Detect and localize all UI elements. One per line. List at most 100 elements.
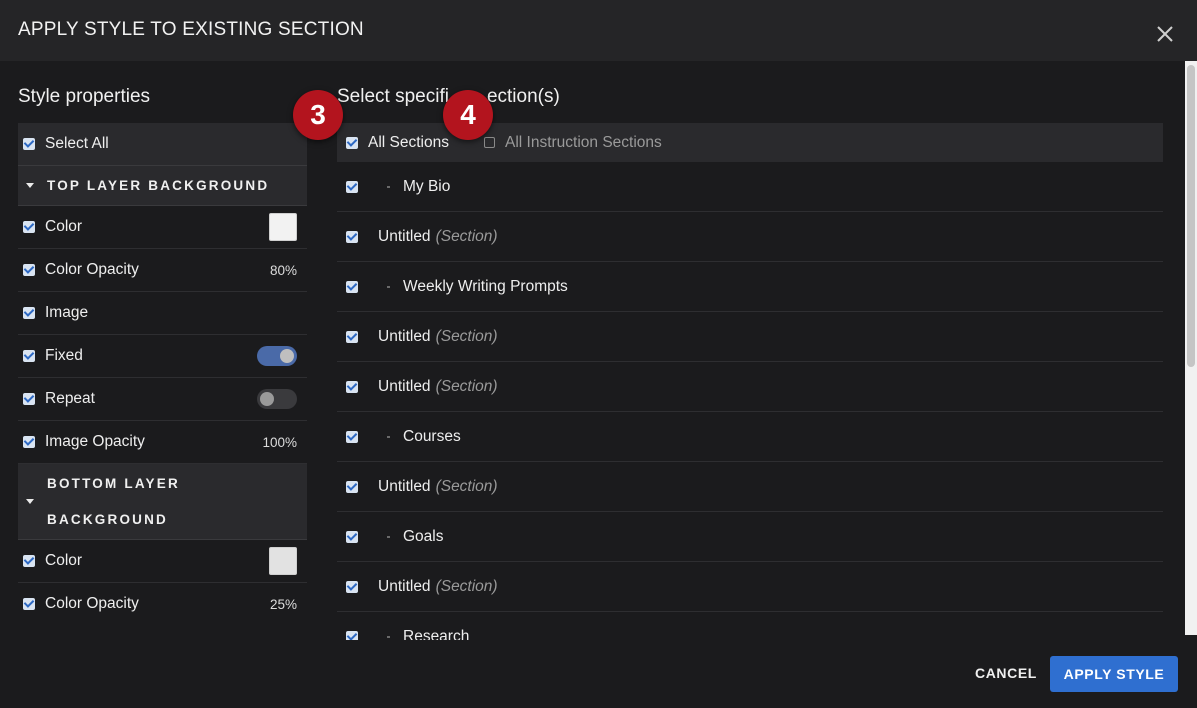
bullet-icon	[387, 635, 390, 638]
section-type: (Section)	[435, 327, 498, 345]
section-checkbox[interactable]	[346, 380, 358, 393]
section-checkbox[interactable]	[346, 530, 358, 543]
section-checkbox[interactable]	[346, 230, 358, 243]
apply-style-button[interactable]: APPLY STYLE	[1050, 656, 1178, 692]
sections-title-part2: ection(s)	[486, 86, 560, 107]
top-repeat-row[interactable]: Repeat	[18, 378, 307, 421]
section-checkbox[interactable]	[346, 280, 358, 293]
section-name: Untitled	[378, 227, 431, 245]
select-all-row[interactable]: Select All	[18, 123, 307, 166]
top-image-checkbox[interactable]	[23, 307, 35, 319]
bottom-color-opacity-label: Color Opacity	[45, 595, 139, 612]
select-all-checkbox[interactable]	[23, 138, 35, 150]
top-image-label: Image	[45, 304, 89, 321]
toggle-knob	[280, 349, 294, 363]
section-type: (Section)	[435, 377, 498, 395]
all-instruction-sections-checkbox[interactable]	[483, 137, 495, 148]
bullet-icon	[387, 285, 390, 288]
section-name: Untitled	[378, 327, 431, 345]
section-type: (Section)	[435, 477, 498, 495]
style-properties-panel: Style properties Select All TOP LAYER BA…	[18, 84, 307, 624]
top-color-opacity-checkbox[interactable]	[23, 264, 35, 276]
section-row[interactable]: Untitled (Section)	[337, 462, 1163, 512]
section-row[interactable]: My Bio	[337, 162, 1163, 212]
bottom-color-opacity-checkbox[interactable]	[23, 598, 35, 610]
chevron-down-icon	[26, 183, 34, 188]
bottom-color-label: Color	[45, 552, 83, 569]
top-color-checkbox[interactable]	[23, 221, 35, 233]
top-layer-background-header[interactable]: TOP LAYER BACKGROUND	[18, 166, 307, 206]
step-badge-3: 3	[293, 90, 343, 140]
section-checkbox[interactable]	[346, 480, 358, 493]
section-checkbox[interactable]	[346, 580, 358, 593]
top-fixed-checkbox[interactable]	[23, 350, 35, 362]
bottom-layer-heading: BOTTOM LAYER BACKGROUND	[47, 466, 180, 538]
repeat-toggle[interactable]	[257, 389, 297, 409]
section-type: (Section)	[435, 577, 498, 595]
top-image-opacity-checkbox[interactable]	[23, 436, 35, 448]
step-badge-4: 4	[443, 90, 493, 140]
sections-title-part1: Select specifi	[337, 86, 449, 107]
top-layer-heading: TOP LAYER BACKGROUND	[47, 177, 270, 193]
fixed-toggle[interactable]	[257, 346, 297, 366]
section-checkbox[interactable]	[346, 430, 358, 443]
bottom-layer-background-header[interactable]: BOTTOM LAYER BACKGROUND	[18, 464, 307, 540]
section-row[interactable]: Research	[337, 612, 1163, 640]
top-color-label: Color	[45, 218, 83, 235]
top-repeat-checkbox[interactable]	[23, 393, 35, 405]
section-list: My Bio Untitled (Section) Weekly Writing Pr…	[337, 162, 1163, 640]
top-color-swatch[interactable]	[269, 213, 297, 241]
sections-panel: Select specifi ection(s) All Sections All…	[337, 84, 1163, 640]
section-row[interactable]: Goals	[337, 512, 1163, 562]
bottom-layer-heading-line2: BACKGROUND	[47, 511, 168, 527]
dialog-title: APPLY STYLE TO EXISTING SECTION	[18, 19, 364, 40]
chevron-down-icon	[26, 499, 34, 504]
top-color-opacity-value: 80%	[269, 262, 297, 278]
close-icon[interactable]	[1155, 24, 1175, 44]
section-row[interactable]: Untitled (Section)	[337, 312, 1163, 362]
section-name: My Bio	[403, 177, 451, 195]
top-image-opacity-row[interactable]: Image Opacity 100%	[18, 421, 307, 464]
bottom-color-checkbox[interactable]	[23, 555, 35, 567]
top-color-row[interactable]: Color	[18, 206, 307, 249]
section-checkbox[interactable]	[346, 330, 358, 343]
all-instruction-sections-label[interactable]: All Instruction Sections	[505, 134, 662, 152]
top-color-opacity-row[interactable]: Color Opacity 80%	[18, 249, 307, 292]
section-row[interactable]: Untitled (Section)	[337, 362, 1163, 412]
bullet-icon	[387, 435, 390, 438]
section-row[interactable]: Weekly Writing Prompts	[337, 262, 1163, 312]
section-name: Untitled	[378, 577, 431, 595]
section-checkbox[interactable]	[346, 180, 358, 193]
bullet-icon	[387, 185, 390, 188]
section-row[interactable]: Courses	[337, 412, 1163, 462]
top-fixed-row[interactable]: Fixed	[18, 335, 307, 378]
section-type: (Section)	[435, 227, 498, 245]
bottom-color-row[interactable]: Color	[18, 540, 307, 583]
section-name: Goals	[403, 527, 444, 545]
bottom-color-swatch[interactable]	[269, 547, 297, 575]
top-fixed-label: Fixed	[45, 347, 83, 364]
top-image-opacity-label: Image Opacity	[45, 433, 145, 450]
section-checkbox[interactable]	[346, 630, 358, 640]
top-image-opacity-value: 100%	[262, 434, 297, 450]
section-name: Untitled	[378, 377, 431, 395]
cancel-button[interactable]: CANCEL	[975, 665, 1037, 681]
section-name: Untitled	[378, 477, 431, 495]
scrollbar-thumb[interactable]	[1187, 65, 1195, 367]
select-all-label: Select All	[45, 135, 109, 152]
top-repeat-label: Repeat	[45, 390, 95, 407]
bottom-color-opacity-row[interactable]: Color Opacity 25%	[18, 583, 307, 624]
toggle-knob	[260, 392, 274, 406]
section-row[interactable]: Untitled (Section)	[337, 212, 1163, 262]
all-sections-checkbox[interactable]	[346, 136, 358, 149]
top-image-row[interactable]: Image	[18, 292, 307, 335]
bullet-icon	[387, 535, 390, 538]
scrollbar[interactable]	[1185, 61, 1197, 635]
style-properties-title: Style properties	[18, 86, 151, 107]
bottom-color-opacity-value: 25%	[269, 596, 297, 612]
top-color-opacity-label: Color Opacity	[45, 261, 139, 278]
section-row[interactable]: Untitled (Section)	[337, 562, 1163, 612]
all-sections-label[interactable]: All Sections	[368, 134, 449, 152]
dialog-header: APPLY STYLE TO EXISTING SECTION	[0, 0, 1197, 61]
bottom-layer-heading-line1: BOTTOM LAYER	[47, 475, 180, 491]
